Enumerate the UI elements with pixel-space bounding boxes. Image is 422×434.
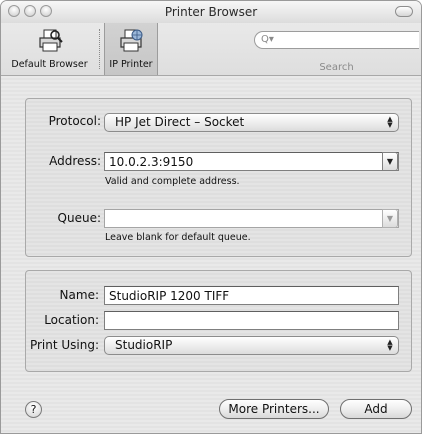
location-input[interactable] <box>109 313 394 328</box>
search-input[interactable] <box>277 33 411 49</box>
address-label: Address: <box>49 154 101 168</box>
window-title: Printer Browser <box>164 5 258 19</box>
printer-browser-window: Printer Browser Default Browser IP Print… <box>0 0 422 434</box>
queue-combo[interactable]: ▼ <box>104 209 399 228</box>
queue-label: Queue: <box>57 211 101 225</box>
printer-magnifier-icon <box>36 28 64 54</box>
connection-group: Protocol: HP Jet Direct – Socket ▲ ▼ Addr… <box>25 98 412 257</box>
toolbar-separator <box>99 29 100 69</box>
print-using-value: StudioRIP <box>115 338 173 352</box>
more-printers-button[interactable]: More Printers... <box>219 399 329 419</box>
address-hint: Valid and complete address. <box>105 176 240 187</box>
popup-arrows-icon: ▲ ▼ <box>387 338 393 352</box>
protocol-label: Protocol: <box>48 114 101 128</box>
location-label: Location: <box>44 313 99 327</box>
protocol-value: HP Jet Direct – Socket <box>115 115 245 129</box>
ip-printer-label: IP Printer <box>109 59 153 70</box>
default-browser-tool[interactable]: Default Browser <box>1 23 98 75</box>
printer-globe-icon <box>117 28 145 54</box>
address-input[interactable] <box>109 154 374 169</box>
content-area: Protocol: HP Jet Direct – Socket ▲ ▼ Addr… <box>1 76 421 433</box>
search-field[interactable]: Q▾ <box>254 31 419 49</box>
name-field[interactable] <box>104 286 399 305</box>
add-button[interactable]: Add <box>340 399 412 419</box>
toolbar: Default Browser IP Printer Q▾ Search <box>1 23 421 76</box>
search-label: Search <box>319 62 354 73</box>
toolbar-toggle-button[interactable] <box>395 6 413 17</box>
protocol-popup[interactable]: HP Jet Direct – Socket ▲ ▼ <box>104 113 399 132</box>
queue-dropdown-button[interactable]: ▼ <box>382 209 398 228</box>
queue-hint: Leave blank for default queue. <box>105 232 251 243</box>
name-input[interactable] <box>109 288 394 303</box>
print-using-popup[interactable]: StudioRIP ▲ ▼ <box>104 336 399 355</box>
name-label: Name: <box>59 288 99 302</box>
ip-printer-tool[interactable]: IP Printer <box>104 23 158 75</box>
popup-arrows-icon: ▲ ▼ <box>387 115 393 129</box>
queue-input[interactable] <box>109 211 374 226</box>
printer-info-group: Name: Location: Print Using: StudioRIP ▲… <box>25 270 412 372</box>
default-browser-label: Default Browser <box>11 59 88 70</box>
print-using-label: Print Using: <box>29 338 99 352</box>
address-dropdown-button[interactable]: ▼ <box>382 152 398 171</box>
help-button[interactable]: ? <box>25 401 42 418</box>
title-bar[interactable]: Printer Browser <box>1 1 421 24</box>
magnifier-icon: Q▾ <box>261 34 274 45</box>
location-field[interactable] <box>104 311 399 330</box>
address-combo[interactable]: ▼ <box>104 152 399 171</box>
